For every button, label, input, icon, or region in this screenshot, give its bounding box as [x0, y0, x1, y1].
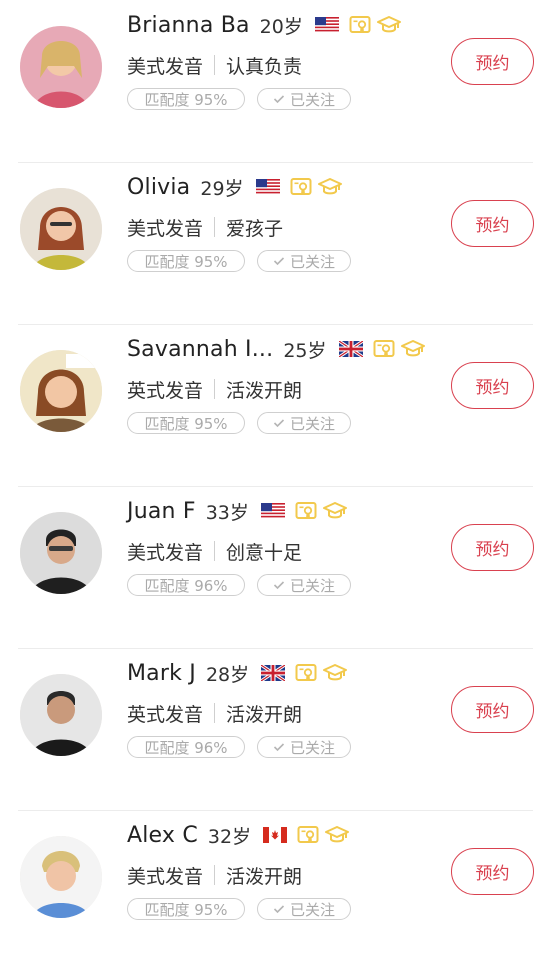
avatar[interactable] — [20, 836, 102, 918]
book-button[interactable]: 预约 — [451, 200, 534, 247]
book-button[interactable]: 预约 — [451, 362, 534, 409]
follow-tag[interactable]: 已关注 — [257, 88, 351, 110]
teacher-age: 20岁 — [259, 15, 303, 38]
match-tag: 匹配度 96% — [127, 736, 245, 758]
follow-tag[interactable]: 已关注 — [257, 574, 351, 596]
avatar[interactable] — [20, 350, 102, 432]
follow-tag[interactable]: 已关注 — [257, 898, 351, 920]
check-icon — [273, 580, 285, 590]
trait-label: 创意十足 — [226, 541, 303, 564]
canada-flag-icon — [263, 827, 287, 843]
book-button[interactable]: 预约 — [451, 38, 534, 85]
accent-label: 美式发音 — [127, 865, 204, 888]
avatar[interactable] — [20, 512, 102, 594]
accent-label: 英式发音 — [127, 379, 204, 402]
match-tag: 匹配度 96% — [127, 574, 245, 596]
teacher-age: 28岁 — [205, 663, 250, 686]
teacher-age: 32岁 — [207, 825, 252, 848]
avatar[interactable] — [20, 188, 102, 270]
check-icon — [273, 742, 285, 752]
divider — [214, 865, 216, 885]
certificate-icon — [297, 824, 319, 846]
trait-label: 活泼开朗 — [226, 703, 303, 726]
avatar[interactable] — [20, 26, 102, 108]
match-tag: 匹配度 95% — [127, 898, 245, 920]
teacher-age: 29岁 — [200, 177, 244, 200]
follow-label: 已关注 — [289, 414, 335, 433]
accent-label: 美式发音 — [127, 541, 204, 564]
teacher-card[interactable]: Juan F 33岁 美式发音 创意十足 匹配度 96% 已关注 预约 — [0, 486, 551, 648]
graduation-cap-icon — [377, 14, 401, 36]
teacher-name: Savannah I... — [127, 336, 274, 362]
teacher-name: Juan F — [127, 498, 196, 524]
check-icon — [273, 418, 285, 428]
trait-label: 认真负责 — [226, 55, 303, 78]
follow-tag[interactable]: 已关注 — [257, 736, 351, 758]
book-button[interactable]: 预约 — [451, 686, 534, 733]
accent-label: 英式发音 — [127, 703, 204, 726]
check-icon — [273, 94, 285, 104]
check-icon — [273, 256, 285, 266]
follow-label: 已关注 — [289, 90, 335, 109]
certificate-icon — [295, 500, 317, 522]
teacher-name: Mark J — [127, 660, 196, 686]
follow-label: 已关注 — [289, 576, 335, 595]
follow-tag[interactable]: 已关注 — [257, 412, 351, 434]
match-tag: 匹配度 95% — [127, 412, 245, 434]
teacher-name: Brianna Ba — [127, 12, 250, 38]
divider — [214, 217, 216, 237]
divider — [214, 379, 216, 399]
follow-label: 已关注 — [289, 252, 335, 271]
follow-label: 已关注 — [289, 738, 335, 757]
check-icon — [273, 904, 285, 914]
trait-label: 活泼开朗 — [226, 379, 303, 402]
follow-tag[interactable]: 已关注 — [257, 250, 351, 272]
us-flag-icon — [261, 503, 285, 519]
teacher-list: Brianna Ba 20岁 美式发音 认真负责 匹配度 95% 已关注 预约 … — [0, 0, 551, 972]
divider — [214, 703, 216, 723]
divider — [214, 541, 216, 561]
book-button[interactable]: 预约 — [451, 848, 534, 895]
teacher-name: Alex C — [127, 822, 198, 848]
uk-flag-icon — [339, 341, 363, 357]
match-tag: 匹配度 95% — [127, 88, 245, 110]
certificate-icon — [290, 176, 312, 198]
teacher-card[interactable]: Savannah I... 25岁 英式发音 活泼开朗 匹配度 95% 已关注 … — [0, 324, 551, 486]
accent-label: 美式发音 — [127, 55, 204, 78]
trait-label: 活泼开朗 — [226, 865, 303, 888]
match-tag: 匹配度 95% — [127, 250, 245, 272]
avatar[interactable] — [20, 674, 102, 756]
certificate-icon — [349, 14, 371, 36]
trait-label: 爱孩子 — [226, 217, 284, 240]
teacher-card[interactable]: Mark J 28岁 英式发音 活泼开朗 匹配度 96% 已关注 预约 — [0, 648, 551, 810]
divider — [214, 55, 216, 75]
graduation-cap-icon — [323, 500, 347, 522]
graduation-cap-icon — [401, 338, 425, 360]
graduation-cap-icon — [325, 824, 349, 846]
teacher-age: 25岁 — [283, 339, 327, 362]
teacher-card[interactable]: Alex C 32岁 美式发音 活泼开朗 匹配度 95% 已关注 预约 — [0, 810, 551, 972]
teacher-name: Olivia — [127, 174, 191, 200]
teacher-age: 33岁 — [205, 501, 249, 524]
us-flag-icon — [256, 179, 280, 195]
us-flag-icon — [315, 17, 339, 33]
teacher-card[interactable]: Olivia 29岁 美式发音 爱孩子 匹配度 95% 已关注 预约 — [0, 162, 551, 324]
teacher-card[interactable]: Brianna Ba 20岁 美式发音 认真负责 匹配度 95% 已关注 预约 — [0, 0, 551, 162]
uk-flag-icon — [261, 665, 285, 681]
certificate-icon — [373, 338, 395, 360]
book-button[interactable]: 预约 — [451, 524, 534, 571]
follow-label: 已关注 — [289, 900, 335, 919]
accent-label: 美式发音 — [127, 217, 204, 240]
certificate-icon — [295, 662, 317, 684]
graduation-cap-icon — [318, 176, 342, 198]
graduation-cap-icon — [323, 662, 347, 684]
